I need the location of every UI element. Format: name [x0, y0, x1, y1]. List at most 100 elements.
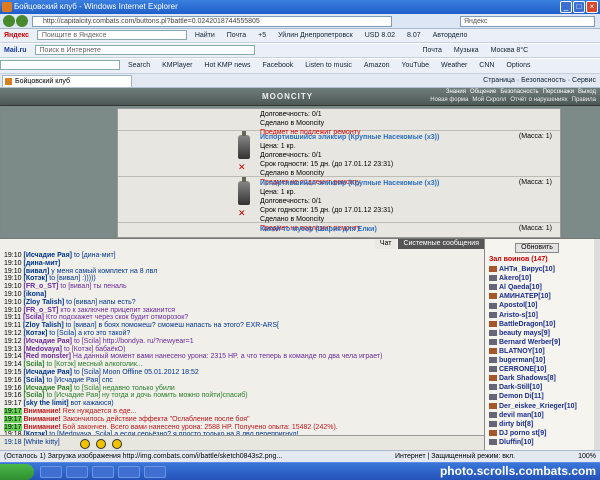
yandex-city[interactable]: Уйлин Днепропетровск — [274, 29, 357, 42]
youtube-link[interactable]: YouTube — [398, 59, 434, 72]
online-user[interactable]: bugerman[10] — [489, 357, 545, 365]
online-user-name[interactable]: АМИНАТЕР[10] — [499, 293, 551, 300]
menu-knowledge[interactable]: Знания — [446, 89, 466, 95]
online-user-name[interactable]: Der_eiskee_Krieger[10] — [499, 403, 577, 410]
facebook-link[interactable]: Facebook — [259, 59, 298, 72]
online-user-name[interactable]: Dark Shadows[8] — [499, 375, 556, 382]
online-user[interactable]: CERRONE[10] — [489, 366, 546, 374]
smile-icon[interactable] — [80, 439, 90, 449]
yandex-search-input[interactable]: Поищите в Яндексе — [36, 30, 187, 41]
online-user-name[interactable]: BattleDragon[10] — [499, 321, 555, 328]
online-user[interactable]: Dluffin[10] — [489, 439, 534, 447]
item-name[interactable]: Испортившийся эликсир (Крупные Насекомые… — [260, 133, 439, 142]
mailru-mail-link[interactable]: Почта — [418, 44, 445, 57]
forward-icon[interactable] — [16, 15, 28, 27]
back-icon[interactable] — [3, 15, 15, 27]
taskbar-app-icon[interactable] — [118, 466, 140, 478]
refresh-button[interactable]: Обновить — [515, 243, 559, 253]
online-user-name[interactable]: BLATNOY[10] — [499, 348, 545, 355]
taskbar-app-icon[interactable] — [40, 466, 62, 478]
menu2-report[interactable]: Отчёт о нарушениях — [510, 97, 567, 103]
online-user-name[interactable]: beauty mays[9] — [499, 330, 550, 337]
online-user-name[interactable]: CERRONE[10] — [499, 366, 546, 373]
maximize-button[interactable]: □ — [573, 1, 585, 13]
taskbar-app-icon[interactable] — [66, 466, 88, 478]
online-user[interactable]: Der_eiskee_Krieger[10] — [489, 403, 577, 411]
menu-security[interactable]: Безопасность — [500, 89, 538, 95]
amazon-link[interactable]: Amazon — [360, 59, 394, 72]
smile-icon[interactable] — [112, 439, 122, 449]
yandex-plus[interactable]: +5 — [254, 29, 270, 42]
kmp-news-link[interactable]: Hot KMP news — [200, 59, 254, 72]
online-user[interactable]: Al Qaeda[10] — [489, 284, 542, 292]
menu2-scroll[interactable]: Мой Скролл — [472, 97, 506, 103]
zoom-level[interactable]: 100% — [578, 451, 596, 462]
online-user[interactable]: АНТи_Вирус[10] — [489, 266, 555, 274]
online-user[interactable]: Akero[10] — [489, 275, 531, 283]
online-user[interactable]: BLATNOY[10] — [489, 348, 545, 356]
smile-icon[interactable] — [96, 439, 106, 449]
online-user-name[interactable]: Al Qaeda[10] — [499, 284, 542, 291]
url-input[interactable]: http://capitalcity.combats.com/buttons.p… — [32, 16, 392, 27]
online-user[interactable]: dirty bit[8] — [489, 421, 533, 429]
online-user-name[interactable]: DJ porno st[9] — [499, 430, 546, 437]
menu2-rules[interactable]: Правила — [572, 97, 596, 103]
menu2-new-form[interactable]: Новая форма — [430, 97, 468, 103]
online-user-name[interactable]: devil man[10] — [499, 412, 544, 419]
online-scrollbar[interactable] — [594, 239, 600, 450]
online-user-name[interactable]: Apostol[10] — [499, 302, 538, 309]
close-button[interactable]: × — [586, 1, 598, 13]
service-menu[interactable]: Сервис — [572, 77, 596, 84]
online-user-name[interactable]: Demon Di[11] — [499, 393, 544, 400]
online-user[interactable]: DJ porno st[9] — [489, 430, 546, 438]
cnn-link[interactable]: CNN — [475, 59, 498, 72]
online-user[interactable]: АМИНАТЕР[10] — [489, 293, 551, 301]
start-button[interactable] — [0, 464, 34, 480]
online-user-name[interactable]: Dluffin[10] — [499, 439, 534, 446]
security-menu[interactable]: Безопасность — [521, 77, 566, 84]
online-user-name[interactable]: dirty bit[8] — [499, 421, 533, 428]
yandex-mail-link[interactable]: Почта — [223, 29, 250, 42]
tab-chat[interactable]: Чат — [374, 239, 397, 249]
online-user[interactable]: Bernard Werber[9] — [489, 339, 560, 347]
item-name[interactable]: Испортившийся эликсир (Крупные Насекомые… — [260, 179, 439, 188]
item-name[interactable]: Какой-то мусор (Шарик для Елки) — [260, 225, 377, 234]
delete-icon[interactable]: ✕ — [238, 208, 246, 219]
menu-exit[interactable]: Выход — [578, 89, 596, 95]
kmp-search-input[interactable] — [0, 60, 120, 71]
online-user[interactable]: Aristo-s[10] — [489, 312, 538, 320]
online-user[interactable]: devil man[10] — [489, 412, 544, 420]
mailru-music-link[interactable]: Музыка — [450, 44, 483, 57]
page-menu[interactable]: Страница — [483, 77, 515, 84]
chat-input-nick[interactable]: 19:18 [White kitty] — [4, 439, 60, 446]
mailru-weather-link[interactable]: Москва 8°С — [487, 44, 533, 57]
online-user[interactable]: Apostol[10] — [489, 302, 538, 310]
online-user-name[interactable]: bugerman[10] — [499, 357, 545, 364]
online-user[interactable]: Demon Di[11] — [489, 393, 544, 401]
online-user-name[interactable]: АНТи_Вирус[10] — [499, 266, 555, 273]
weather-link[interactable]: Weather — [437, 59, 471, 72]
yandex-find-button[interactable]: Найти — [191, 29, 219, 42]
online-user[interactable]: Dark Shadows[8] — [489, 375, 556, 383]
kmplayer-link[interactable]: KMPlayer — [158, 59, 196, 72]
tab-system-messages[interactable]: Системные сообщения — [398, 239, 484, 249]
online-user[interactable]: Dark-Still[10] — [489, 384, 542, 392]
taskbar-app-icon[interactable] — [144, 466, 166, 478]
online-user[interactable]: BattleDragon[10] — [489, 321, 555, 329]
listen-music-link[interactable]: Listen to music — [301, 59, 356, 72]
browser-search-input[interactable]: Яндекс — [460, 16, 595, 27]
minimize-button[interactable]: _ — [560, 1, 572, 13]
delete-icon[interactable]: ✕ — [238, 162, 246, 173]
online-user-name[interactable]: Bernard Werber[9] — [499, 339, 560, 346]
options-link[interactable]: Options — [502, 59, 534, 72]
kmp-search-button[interactable]: Search — [124, 59, 154, 72]
online-user-name[interactable]: Akero[10] — [499, 275, 531, 282]
taskbar-app-icon[interactable] — [92, 466, 114, 478]
menu-characters[interactable]: Персонажи — [543, 89, 574, 95]
online-user-name[interactable]: Dark-Still[10] — [499, 384, 542, 391]
menu-communication[interactable]: Общение — [470, 89, 496, 95]
online-user[interactable]: beauty mays[9] — [489, 330, 550, 338]
tab-combats[interactable]: Бойцовский клуб — [2, 75, 132, 87]
online-user-name[interactable]: Aristo-s[10] — [499, 312, 538, 319]
yandex-auto[interactable]: Автордело — [429, 29, 472, 42]
